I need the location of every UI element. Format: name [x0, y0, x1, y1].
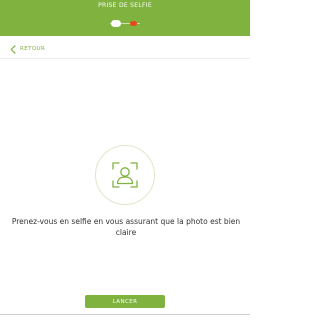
- step-current-dot: [111, 20, 121, 27]
- selfie-screen: PRISE DE SELFIE RETOUR Prenez-vous en se…: [0, 0, 250, 323]
- divider: [0, 58, 250, 59]
- back-label: RETOUR: [20, 46, 46, 52]
- back-button[interactable]: RETOUR: [10, 44, 45, 54]
- header-bar: PRISE DE SELFIE: [0, 0, 250, 36]
- selfie-illustration: [95, 145, 155, 205]
- face-scan-icon: [112, 162, 138, 188]
- chevron-left-icon: [10, 44, 16, 54]
- step-indicator: [110, 20, 140, 27]
- step-next-dot: [130, 21, 137, 26]
- instruction-text: Prenez-vous en selfie en vous assurant q…: [11, 217, 241, 237]
- bottom-divider: [0, 314, 250, 315]
- page-title: PRISE DE SELFIE: [98, 2, 152, 9]
- launch-button[interactable]: LANCER: [85, 295, 165, 308]
